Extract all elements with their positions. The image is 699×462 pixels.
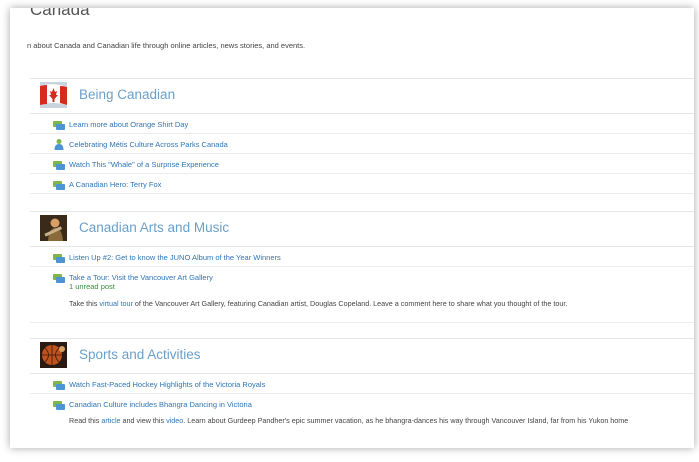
list-item: A Canadian Hero: Terry Fox xyxy=(30,174,694,194)
canada-flag-thumbnail xyxy=(40,82,67,108)
forum-icon xyxy=(53,158,65,170)
forum-link[interactable]: Celebrating Métis Culture Across Parks C… xyxy=(69,135,228,154)
section-header: Being Canadian xyxy=(30,78,694,114)
section-header: Canadian Arts and Music xyxy=(30,211,694,247)
description-text: . Learn about Gurdeep Pandher's epic sum… xyxy=(183,416,629,425)
section-title: Canadian Arts and Music xyxy=(79,220,230,235)
section-sports-and-activities: Sports and Activities Watch Fast-Paced H… xyxy=(30,338,694,442)
article-link[interactable]: article xyxy=(101,416,120,425)
list-item: Celebrating Métis Culture Across Parks C… xyxy=(30,134,694,154)
forum-link[interactable]: A Canadian Hero: Terry Fox xyxy=(69,175,161,194)
forum-icon xyxy=(53,398,65,410)
description-text: Read this xyxy=(69,416,102,425)
person-icon xyxy=(53,137,65,150)
section-title: Being Canadian xyxy=(79,87,176,102)
forum-link[interactable]: Watch Fast-Paced Hockey Highlights of th… xyxy=(69,375,265,394)
forum-link[interactable]: Learn more about Orange Shirt Day xyxy=(69,115,188,134)
forum-icon xyxy=(53,178,65,190)
page-title: Canada xyxy=(30,8,90,19)
video-link[interactable]: video xyxy=(166,416,183,425)
section-being-canadian: Being Canadian Learn more about Orange S… xyxy=(30,78,694,194)
forum-icon xyxy=(53,118,65,130)
forum-icon xyxy=(53,251,65,263)
list-item: Canadian Culture includes Bhangra Dancin… xyxy=(30,394,694,442)
item-description: Take this virtual tour of the Vancouver … xyxy=(69,299,694,308)
page-description: n about Canada and Canadian life through… xyxy=(27,41,306,50)
list-item: Listen Up #2: Get to know the JUNO Album… xyxy=(30,247,694,267)
guitarist-thumbnail xyxy=(40,215,67,241)
list-item: Watch This "Whale" of a Surprise Experie… xyxy=(30,154,694,174)
description-text: Take this xyxy=(69,299,100,308)
forum-link[interactable]: Canadian Culture includes Bhangra Dancin… xyxy=(69,395,252,414)
section-canadian-arts-and-music: Canadian Arts and Music Listen Up #2: Ge… xyxy=(30,211,694,323)
list-item: Watch Fast-Paced Hockey Highlights of th… xyxy=(30,374,694,394)
forum-link[interactable]: Watch This "Whale" of a Surprise Experie… xyxy=(69,155,219,174)
section-header: Sports and Activities xyxy=(30,338,694,374)
section-title: Sports and Activities xyxy=(79,347,201,362)
description-text: of the Vancouver Art Gallery, featuring … xyxy=(132,299,568,308)
list-item: Learn more about Orange Shirt Day xyxy=(30,114,694,134)
forum-icon xyxy=(53,378,65,390)
item-description: Read this article and view this video. L… xyxy=(69,416,694,425)
list-item: Take a Tour: Visit the Vancouver Art Gal… xyxy=(30,267,694,323)
forum-icon xyxy=(53,271,65,283)
forum-link[interactable]: Listen Up #2: Get to know the JUNO Album… xyxy=(69,248,281,267)
course-page: Canada n about Canada and Canadian life … xyxy=(10,8,694,448)
description-text: and view this xyxy=(120,416,167,425)
basketball-thumbnail xyxy=(40,342,67,368)
virtual-tour-link[interactable]: virtual tour xyxy=(99,299,133,308)
